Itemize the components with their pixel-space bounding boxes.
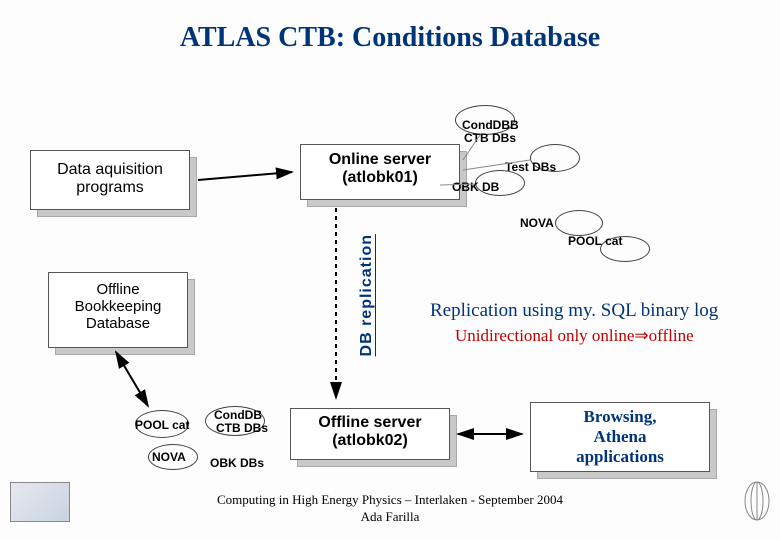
ctbdbs-bottom-label: CTB DBs bbox=[216, 421, 268, 435]
obkdbs-bottom-label: OBK DBs bbox=[210, 456, 264, 470]
nova-top-label: NOVA bbox=[520, 216, 554, 230]
poolcat-top-label: POOL cat bbox=[568, 234, 622, 248]
online-line1: Online server bbox=[307, 151, 453, 169]
db-replication-label: DB replication bbox=[355, 225, 379, 365]
nova-top-ellipse bbox=[555, 210, 603, 236]
nova-bottom-label: NOVA bbox=[152, 450, 186, 464]
browsing-line3: applications bbox=[535, 447, 705, 467]
poolcat-bottom-label: POOL cat bbox=[135, 418, 189, 432]
footer: Computing in High Energy Physics – Inter… bbox=[0, 492, 780, 526]
browsing-line1: Browsing, bbox=[535, 407, 705, 427]
daq-line2: programs bbox=[37, 179, 183, 197]
ctbdbs-top-label: CTB DBs bbox=[464, 131, 516, 145]
footer-line1: Computing in High Energy Physics – Inter… bbox=[0, 492, 780, 509]
daq-box: Data aquisition programs bbox=[30, 150, 190, 210]
offline-line2: (atlobk02) bbox=[296, 432, 444, 450]
conddbb-label: CondDBB bbox=[462, 118, 519, 132]
footer-line2: Ada Farilla bbox=[0, 509, 780, 526]
daq-line1: Data aquisition bbox=[37, 161, 183, 179]
replication-direction: Unidirectional only online⇒offline bbox=[455, 326, 694, 346]
obk-line1: Offline bbox=[55, 281, 181, 298]
obk-line2: Bookkeeping bbox=[55, 298, 181, 315]
obk-line3: Database bbox=[55, 315, 181, 332]
replication-description: Replication using my. SQL binary log bbox=[430, 300, 718, 322]
browsing-box: Browsing, Athena applications bbox=[530, 402, 710, 472]
browsing-line2: Athena bbox=[535, 427, 705, 447]
offline-server-box: Offline server (atlobk02) bbox=[290, 408, 450, 460]
obkdb-label: OBK DB bbox=[452, 180, 499, 194]
offline-line1: Offline server bbox=[296, 414, 444, 432]
offline-bookkeeping-box: Offline Bookkeeping Database bbox=[48, 272, 188, 348]
conddb-bottom-label: CondDB bbox=[214, 408, 262, 422]
page-title: ATLAS CTB: Conditions Database bbox=[0, 0, 780, 54]
online-line2: (atlobk01) bbox=[307, 169, 453, 187]
online-server-box: Online server (atlobk01) bbox=[300, 144, 460, 200]
